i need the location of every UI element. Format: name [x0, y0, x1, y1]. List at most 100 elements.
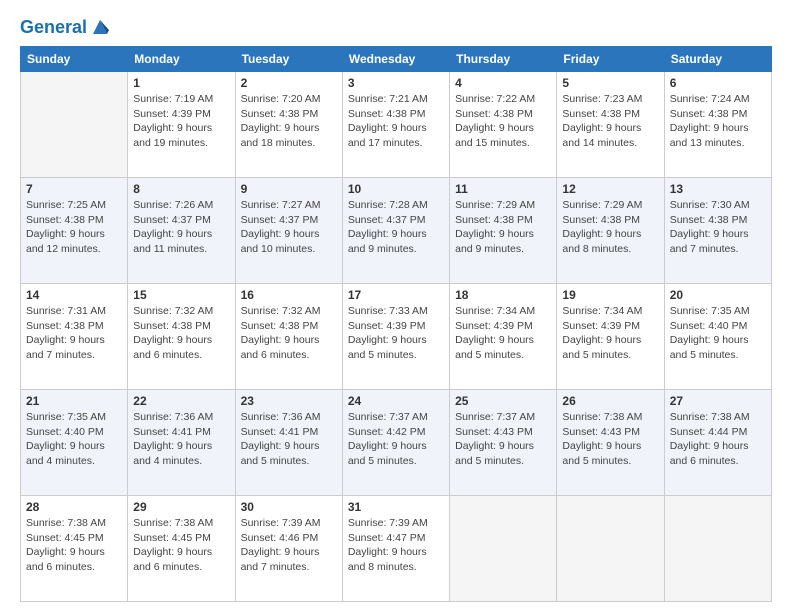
daylight-label: Daylight: 9 hours and 5 minutes.: [562, 334, 641, 361]
day-number: 12: [562, 182, 658, 196]
header-row: Sunday Monday Tuesday Wednesday Thursday…: [21, 47, 772, 72]
day-info: Sunrise: 7:31 AM Sunset: 4:38 PM Dayligh…: [26, 304, 122, 363]
day-info: Sunrise: 7:29 AM Sunset: 4:38 PM Dayligh…: [562, 198, 658, 257]
day-number: 19: [562, 288, 658, 302]
day-number: 5: [562, 76, 658, 90]
day-info: Sunrise: 7:34 AM Sunset: 4:39 PM Dayligh…: [455, 304, 551, 363]
col-thursday: Thursday: [450, 47, 557, 72]
day-number: 23: [241, 394, 337, 408]
day-info: Sunrise: 7:22 AM Sunset: 4:38 PM Dayligh…: [455, 92, 551, 151]
day-number: 24: [348, 394, 444, 408]
sunrise-label: Sunrise: 7:37 AM: [455, 411, 535, 423]
daylight-label: Daylight: 9 hours and 6 minutes.: [26, 546, 105, 573]
header: General: [20, 18, 772, 38]
daylight-label: Daylight: 9 hours and 18 minutes.: [241, 122, 320, 149]
calendar-day: 21 Sunrise: 7:35 AM Sunset: 4:40 PM Dayl…: [21, 390, 128, 496]
sunrise-label: Sunrise: 7:34 AM: [455, 305, 535, 317]
sunset-label: Sunset: 4:41 PM: [133, 426, 211, 438]
daylight-label: Daylight: 9 hours and 6 minutes.: [670, 440, 749, 467]
sunrise-label: Sunrise: 7:30 AM: [670, 199, 750, 211]
col-saturday: Saturday: [664, 47, 771, 72]
day-info: Sunrise: 7:36 AM Sunset: 4:41 PM Dayligh…: [133, 410, 229, 469]
sunset-label: Sunset: 4:39 PM: [455, 320, 533, 332]
day-number: 14: [26, 288, 122, 302]
sunset-label: Sunset: 4:38 PM: [241, 320, 319, 332]
calendar-day: 28 Sunrise: 7:38 AM Sunset: 4:45 PM Dayl…: [21, 496, 128, 602]
day-info: Sunrise: 7:38 AM Sunset: 4:43 PM Dayligh…: [562, 410, 658, 469]
day-info: Sunrise: 7:37 AM Sunset: 4:43 PM Dayligh…: [455, 410, 551, 469]
sunset-label: Sunset: 4:37 PM: [133, 214, 211, 226]
calendar-day: 7 Sunrise: 7:25 AM Sunset: 4:38 PM Dayli…: [21, 178, 128, 284]
sunrise-label: Sunrise: 7:27 AM: [241, 199, 321, 211]
sunset-label: Sunset: 4:44 PM: [670, 426, 748, 438]
sunset-label: Sunset: 4:45 PM: [133, 532, 211, 544]
day-number: 3: [348, 76, 444, 90]
col-tuesday: Tuesday: [235, 47, 342, 72]
day-info: Sunrise: 7:38 AM Sunset: 4:45 PM Dayligh…: [26, 516, 122, 575]
calendar-day: 4 Sunrise: 7:22 AM Sunset: 4:38 PM Dayli…: [450, 72, 557, 178]
day-info: Sunrise: 7:26 AM Sunset: 4:37 PM Dayligh…: [133, 198, 229, 257]
calendar-day: 12 Sunrise: 7:29 AM Sunset: 4:38 PM Dayl…: [557, 178, 664, 284]
calendar-day: 22 Sunrise: 7:36 AM Sunset: 4:41 PM Dayl…: [128, 390, 235, 496]
sunrise-label: Sunrise: 7:28 AM: [348, 199, 428, 211]
daylight-label: Daylight: 9 hours and 5 minutes.: [455, 440, 534, 467]
day-info: Sunrise: 7:19 AM Sunset: 4:39 PM Dayligh…: [133, 92, 229, 151]
calendar-day: 30 Sunrise: 7:39 AM Sunset: 4:46 PM Dayl…: [235, 496, 342, 602]
sunrise-label: Sunrise: 7:20 AM: [241, 93, 321, 105]
day-info: Sunrise: 7:35 AM Sunset: 4:40 PM Dayligh…: [26, 410, 122, 469]
sunrise-label: Sunrise: 7:39 AM: [348, 517, 428, 529]
calendar-day: 3 Sunrise: 7:21 AM Sunset: 4:38 PM Dayli…: [342, 72, 449, 178]
day-number: 11: [455, 182, 551, 196]
sunrise-label: Sunrise: 7:23 AM: [562, 93, 642, 105]
day-number: 30: [241, 500, 337, 514]
daylight-label: Daylight: 9 hours and 6 minutes.: [133, 334, 212, 361]
sunset-label: Sunset: 4:38 PM: [133, 320, 211, 332]
calendar-day: 1 Sunrise: 7:19 AM Sunset: 4:39 PM Dayli…: [128, 72, 235, 178]
sunrise-label: Sunrise: 7:37 AM: [348, 411, 428, 423]
sunset-label: Sunset: 4:43 PM: [562, 426, 640, 438]
sunset-label: Sunset: 4:47 PM: [348, 532, 426, 544]
daylight-label: Daylight: 9 hours and 11 minutes.: [133, 228, 212, 255]
daylight-label: Daylight: 9 hours and 9 minutes.: [348, 228, 427, 255]
sunrise-label: Sunrise: 7:38 AM: [26, 517, 106, 529]
sunrise-label: Sunrise: 7:33 AM: [348, 305, 428, 317]
calendar-day: 18 Sunrise: 7:34 AM Sunset: 4:39 PM Dayl…: [450, 284, 557, 390]
daylight-label: Daylight: 9 hours and 14 minutes.: [562, 122, 641, 149]
calendar-day: 2 Sunrise: 7:20 AM Sunset: 4:38 PM Dayli…: [235, 72, 342, 178]
sunset-label: Sunset: 4:38 PM: [348, 108, 426, 120]
day-info: Sunrise: 7:27 AM Sunset: 4:37 PM Dayligh…: [241, 198, 337, 257]
day-info: Sunrise: 7:29 AM Sunset: 4:38 PM Dayligh…: [455, 198, 551, 257]
calendar-day: 8 Sunrise: 7:26 AM Sunset: 4:37 PM Dayli…: [128, 178, 235, 284]
day-info: Sunrise: 7:39 AM Sunset: 4:46 PM Dayligh…: [241, 516, 337, 575]
day-number: 4: [455, 76, 551, 90]
daylight-label: Daylight: 9 hours and 5 minutes.: [455, 334, 534, 361]
col-friday: Friday: [557, 47, 664, 72]
day-number: 29: [133, 500, 229, 514]
day-number: 1: [133, 76, 229, 90]
col-monday: Monday: [128, 47, 235, 72]
daylight-label: Daylight: 9 hours and 19 minutes.: [133, 122, 212, 149]
day-info: Sunrise: 7:39 AM Sunset: 4:47 PM Dayligh…: [348, 516, 444, 575]
day-number: 16: [241, 288, 337, 302]
sunset-label: Sunset: 4:38 PM: [670, 108, 748, 120]
sunrise-label: Sunrise: 7:35 AM: [26, 411, 106, 423]
calendar-day: 26 Sunrise: 7:38 AM Sunset: 4:43 PM Dayl…: [557, 390, 664, 496]
sunset-label: Sunset: 4:38 PM: [562, 108, 640, 120]
day-info: Sunrise: 7:35 AM Sunset: 4:40 PM Dayligh…: [670, 304, 766, 363]
calendar-day: 23 Sunrise: 7:36 AM Sunset: 4:41 PM Dayl…: [235, 390, 342, 496]
sunset-label: Sunset: 4:45 PM: [26, 532, 104, 544]
day-info: Sunrise: 7:30 AM Sunset: 4:38 PM Dayligh…: [670, 198, 766, 257]
sunrise-label: Sunrise: 7:25 AM: [26, 199, 106, 211]
calendar-week-row: 14 Sunrise: 7:31 AM Sunset: 4:38 PM Dayl…: [21, 284, 772, 390]
calendar-day: 19 Sunrise: 7:34 AM Sunset: 4:39 PM Dayl…: [557, 284, 664, 390]
day-number: 27: [670, 394, 766, 408]
daylight-label: Daylight: 9 hours and 17 minutes.: [348, 122, 427, 149]
day-number: 13: [670, 182, 766, 196]
calendar-day: 27 Sunrise: 7:38 AM Sunset: 4:44 PM Dayl…: [664, 390, 771, 496]
calendar-day: [664, 496, 771, 602]
calendar-day: 9 Sunrise: 7:27 AM Sunset: 4:37 PM Dayli…: [235, 178, 342, 284]
daylight-label: Daylight: 9 hours and 5 minutes.: [670, 334, 749, 361]
sunset-label: Sunset: 4:38 PM: [670, 214, 748, 226]
sunset-label: Sunset: 4:39 PM: [348, 320, 426, 332]
logo-icon: [89, 16, 111, 38]
